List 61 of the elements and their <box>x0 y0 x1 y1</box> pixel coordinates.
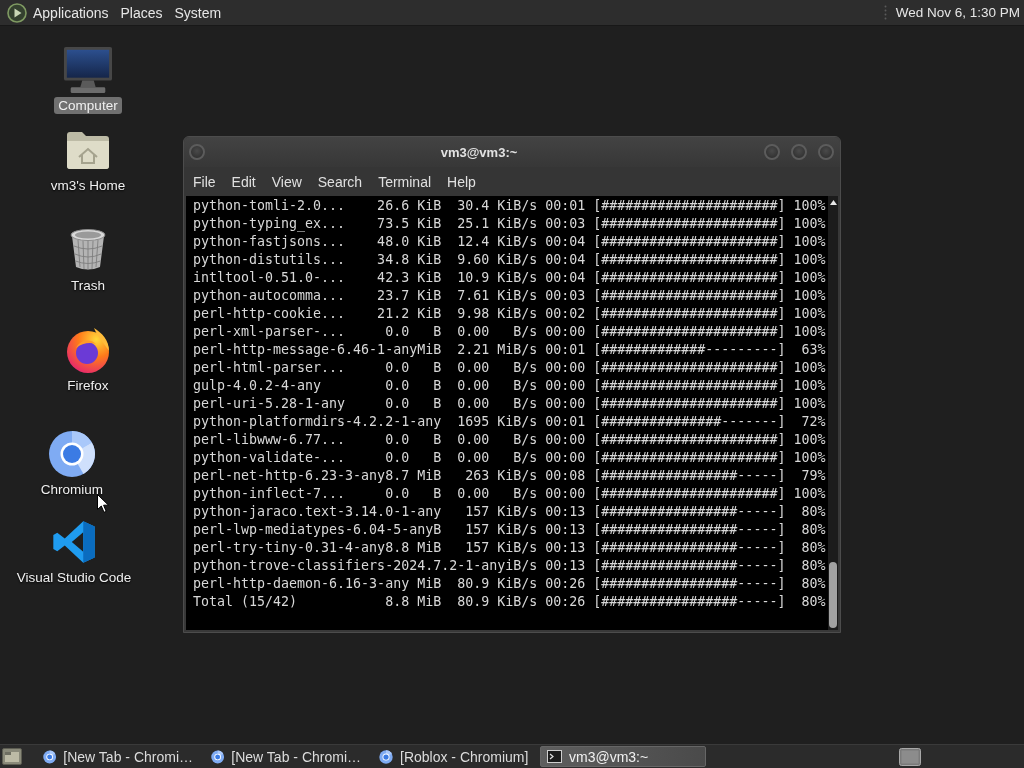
show-desktop-icon[interactable] <box>2 748 22 765</box>
terminal-line: python-typing_ex... 73.5 KiB 25.1 KiB/s 00:03 [######################] 100% <box>193 215 826 233</box>
desktop-icon-label[interactable]: Chromium <box>36 481 108 498</box>
monitor-icon[interactable] <box>63 45 113 95</box>
desktop-icon-label[interactable]: Firefox <box>63 377 113 394</box>
desktop-icon-label[interactable]: Computer <box>54 97 122 114</box>
taskbar-button[interactable]: [Roblox - Chromium] <box>372 746 536 767</box>
desktop-icon-label[interactable]: vm3's Home <box>46 177 130 194</box>
browser-logo-icon[interactable] <box>48 430 96 478</box>
terminal-line: python-platformdirs-4.2.2-1-any 1695 KiB/s 00:01 [###############-------] 72% <box>193 413 826 431</box>
menu-item[interactable]: File <box>185 173 224 190</box>
terminal-line: perl-http-daemon-6.16-3-any MiB 80.9 KiB/s 00:26 [#################-----] 80% <box>193 575 826 593</box>
taskbar-button[interactable]: [New Tab - Chromi… <box>36 746 200 767</box>
clock[interactable]: Wed Nov 6, 1:30 PM <box>895 5 1020 20</box>
mouse-pointer-icon <box>97 494 109 513</box>
terminal-line: python-validate-... 0.0 B 0.00 B/s 00:00 [######################] 100% <box>193 449 826 467</box>
browser-logo-icon <box>43 749 57 764</box>
browser-logo-icon[interactable] <box>64 326 112 374</box>
terminal-line: gulp-4.0.2-4-any 0.0 B 0.00 B/s 00:00 [######################] 100% <box>193 377 826 395</box>
terminal-line: perl-http-cookie... 21.2 KiB 9.98 KiB/s 00:02 [######################] 100% <box>193 305 826 323</box>
menu-item[interactable]: View <box>263 173 310 190</box>
home-folder-icon[interactable] <box>65 130 111 170</box>
terminal-line: python-trove-classifiers-2024.7.2-1-anyiB/s 00:13 [#################-----] 80% <box>193 557 826 575</box>
window-title: vm3@vm3:~ <box>439 144 519 160</box>
terminal-line: python-jaraco.text-3.14.0-1-any 157 KiB/s 00:13 [#################-----] 80% <box>193 503 826 521</box>
taskbar-button[interactable]: [New Tab - Chromi… <box>204 746 368 767</box>
menu-item[interactable]: Terminal <box>370 173 440 190</box>
browser-logo-icon <box>379 749 393 764</box>
trash-icon[interactable] <box>68 228 108 272</box>
terminal-line: perl-html-parser... 0.0 B 0.00 B/s 00:00 [######################] 100% <box>193 359 826 377</box>
menu-item[interactable]: Search <box>309 173 371 190</box>
terminal-icon <box>547 750 562 763</box>
terminal-line: python-tomli-2.0... 26.6 KiB 30.4 KiB/s 00:01 [######################] 100% <box>193 197 826 215</box>
arrow-up-icon[interactable] <box>829 200 837 205</box>
scrollbar-thumb[interactable] <box>829 562 837 628</box>
terminal-line: perl-libwww-6.77... 0.0 B 0.00 B/s 00:00 [######################] 100% <box>193 431 826 449</box>
desktop-icon-label[interactable]: Visual Studio Code <box>12 569 136 586</box>
terminal-line: python-distutils... 34.8 KiB 9.60 KiB/s 00:04 [######################] 100% <box>193 251 826 269</box>
taskbar-button[interactable]: vm3@vm3:~ <box>540 746 706 767</box>
browser-logo-icon <box>211 749 225 764</box>
scrollbar[interactable] <box>828 196 838 630</box>
menu-item[interactable]: Edit <box>223 173 264 190</box>
terminal-line: perl-net-http-6.23-3-any8.7 MiB 263 KiB/s 00:08 [#################-----] 79% <box>193 467 826 485</box>
terminal-line: perl-http-message-6.46-1-anyMiB 2.21 MiB/s 00:01 [#############---------] 63% <box>193 341 826 359</box>
menu-item[interactable]: Help <box>439 173 484 190</box>
terminal-line: perl-xml-parser-... 0.0 B 0.00 B/s 00:00 [######################] 100% <box>193 323 826 341</box>
terminal-line: perl-lwp-mediatypes-6.04-5-anyB 157 KiB/s 00:13 [#################-----] 80% <box>193 521 826 539</box>
menu-item[interactable]: Applications <box>27 4 115 21</box>
terminal-line: perl-uri-5.28-1-any 0.0 B 0.00 B/s 00:00 [######################] 100% <box>193 395 826 413</box>
terminal-line: perl-try-tiny-0.31-4-any8.8 MiB 157 KiB/s 00:13 [#################-----] 80% <box>193 539 826 557</box>
menu-item[interactable]: Places <box>114 4 169 21</box>
code-editor-logo-icon[interactable] <box>52 520 96 564</box>
terminal-line: python-fastjsons... 48.0 KiB 12.4 KiB/s 00:04 [######################] 100% <box>193 233 826 251</box>
terminal-line: intltool-0.51.0-... 42.3 KiB 10.9 KiB/s 00:04 [######################] 100% <box>193 269 826 287</box>
desktop-icon-label[interactable]: Trash <box>67 277 109 294</box>
terminal-line: python-inflect-7... 0.0 B 0.00 B/s 00:00 [######################] 100% <box>193 485 826 503</box>
play-circle-icon[interactable] <box>7 2 27 23</box>
menu-item[interactable]: System <box>168 4 228 21</box>
terminal-line: Total (15/42) 8.8 MiB 80.9 KiB/s 00:26 [#################-----] 80% <box>193 593 826 611</box>
terminal-line: python-autocomma... 23.7 KiB 7.61 KiB/s 00:03 [######################] 100% <box>193 287 826 305</box>
workspace-switcher[interactable] <box>899 747 921 766</box>
